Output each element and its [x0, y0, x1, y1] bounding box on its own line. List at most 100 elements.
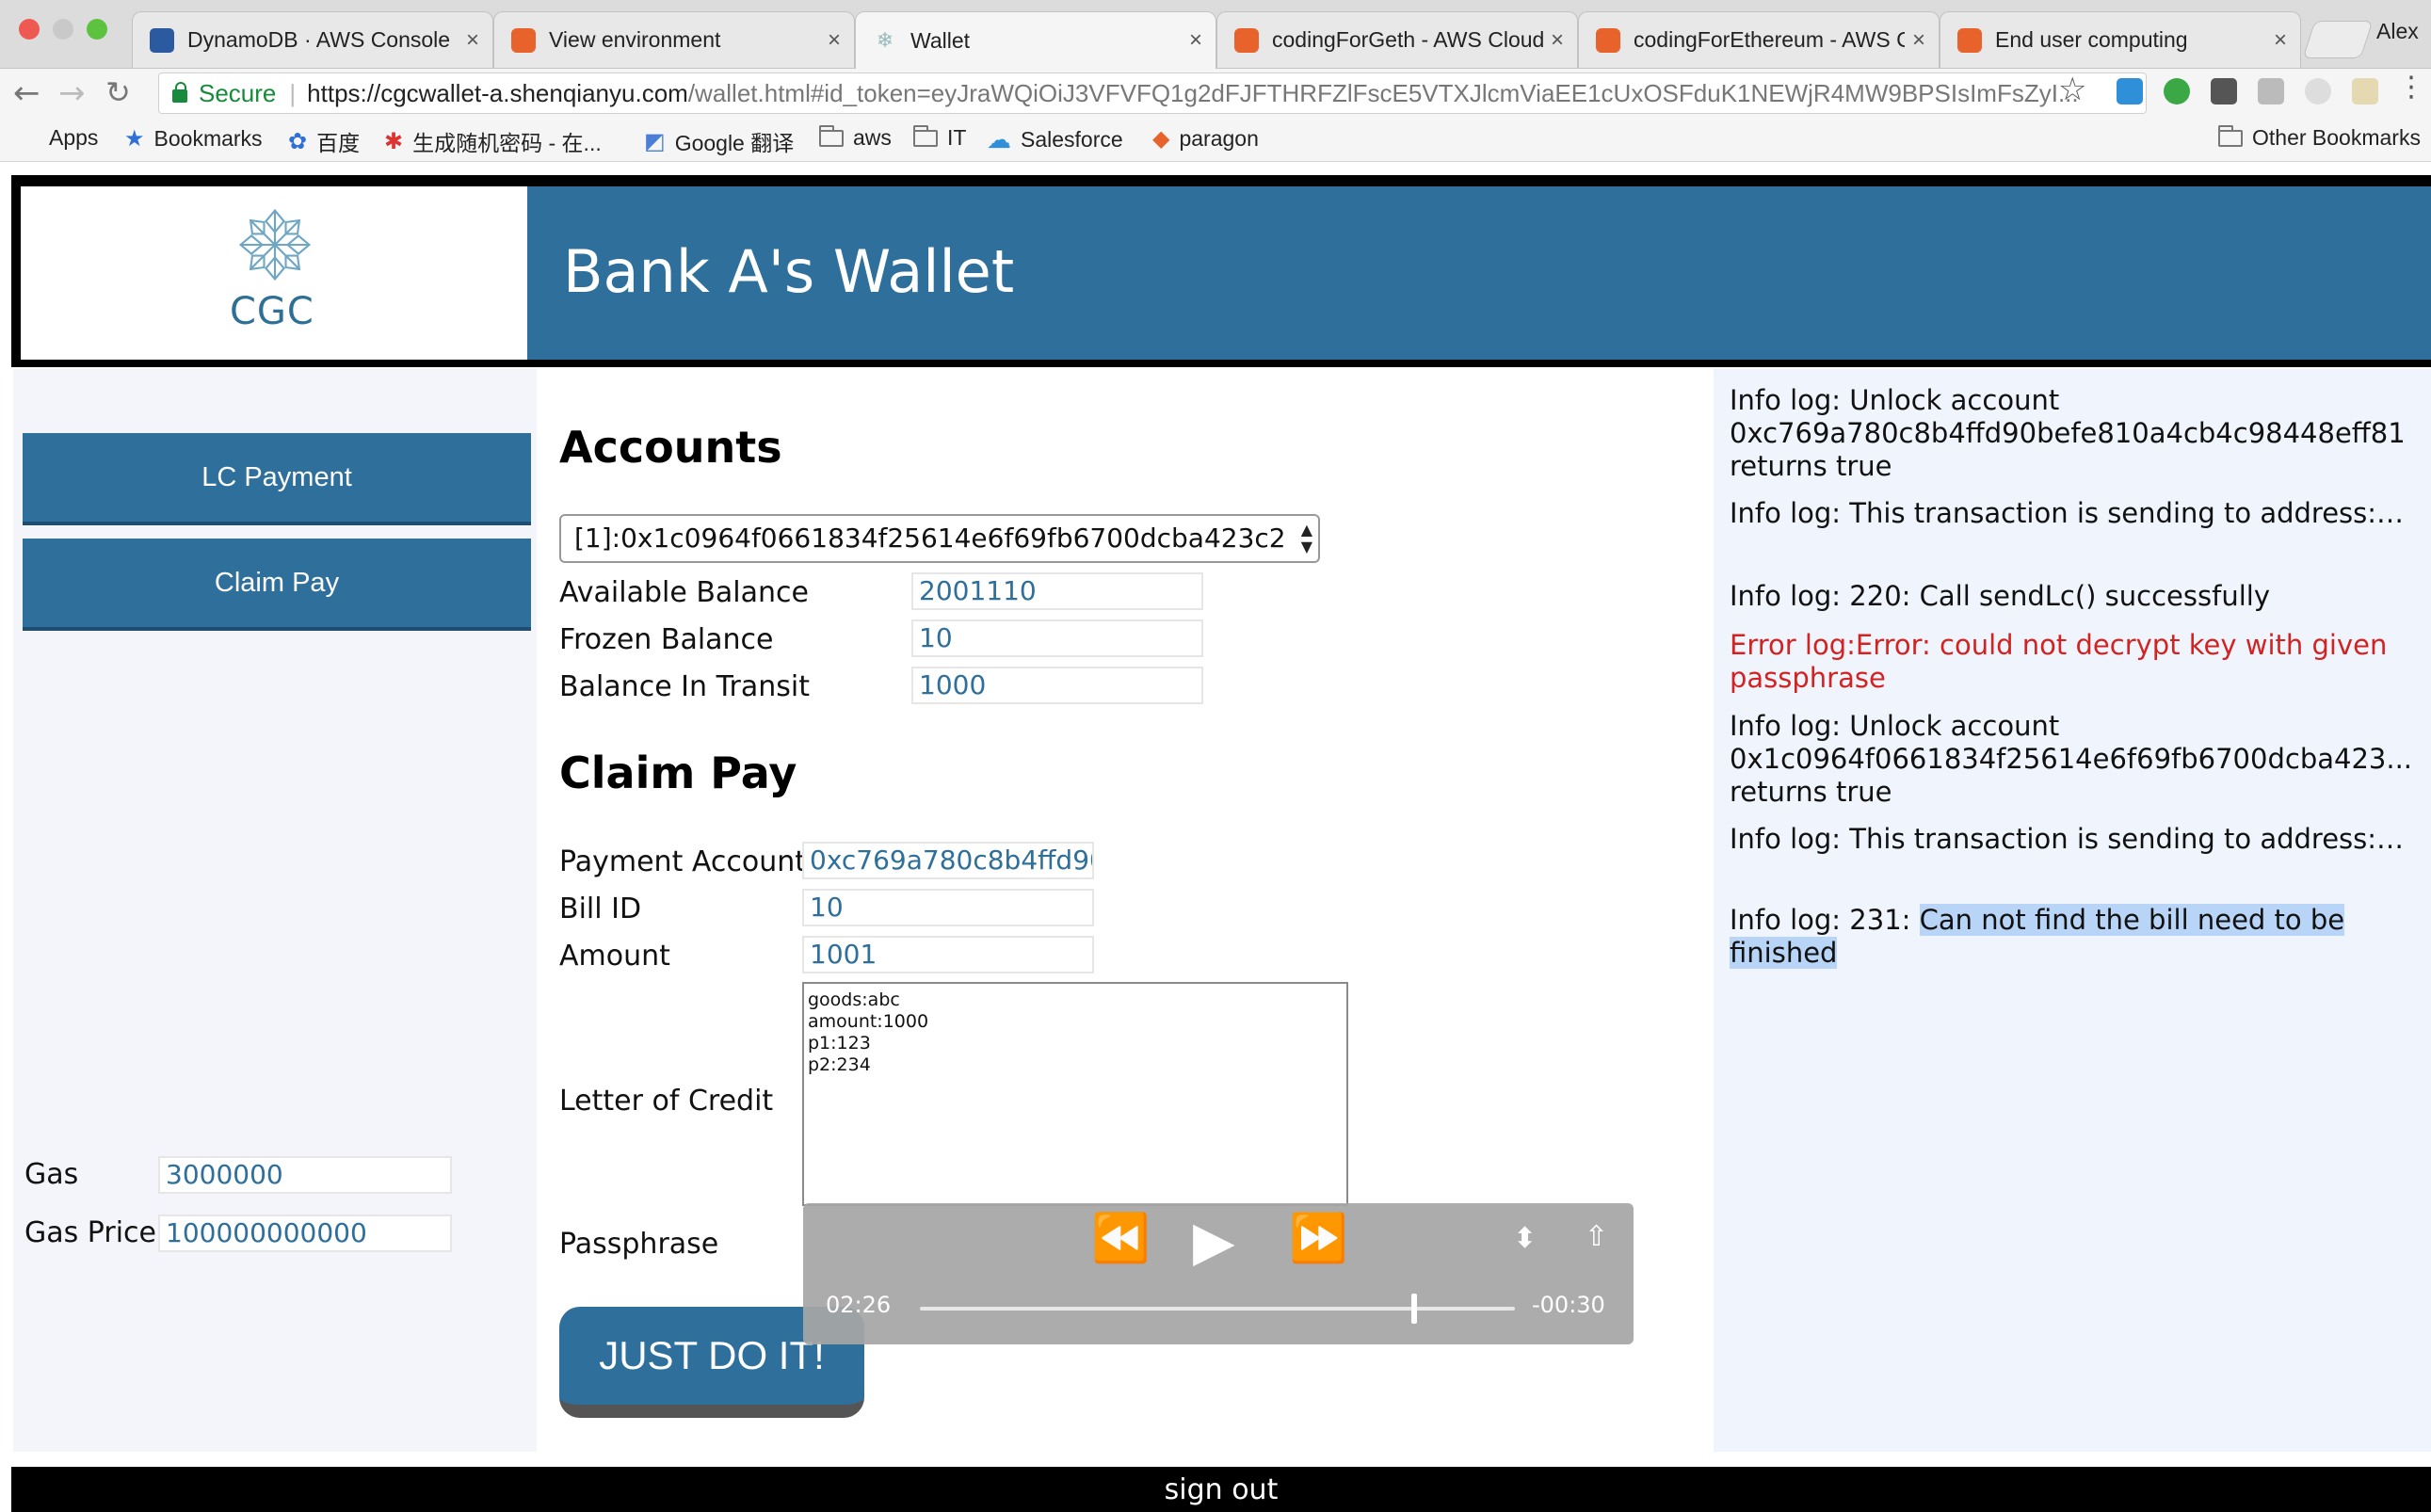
tab-wallet[interactable]: ❄ Wallet ×	[855, 11, 1216, 69]
forward-arrow-icon[interactable]: →	[58, 74, 86, 112]
lock-icon	[172, 82, 187, 103]
url-path: /wallet.html#id_token=eyJraWQiOiJ3VFVFQ1…	[687, 78, 2079, 107]
gas-price-input[interactable]: 100000000000	[158, 1214, 452, 1252]
bookmark-paragon[interactable]: ◆ paragon	[1152, 125, 1259, 153]
play-icon[interactable]: ▶	[1193, 1209, 1235, 1273]
tab-view-environment[interactable]: View environment ×	[493, 11, 855, 68]
lc-payment-button[interactable]: LC Payment	[23, 433, 531, 525]
close-tab-icon[interactable]: ×	[1189, 27, 1202, 54]
bookmark-label: Other Bookmarks	[2252, 125, 2421, 150]
bookmark-google-translate[interactable]: ◩ Google 翻译	[644, 125, 794, 157]
close-window-button[interactable]	[19, 19, 40, 40]
gas-price-label: Gas Price	[24, 1216, 156, 1249]
tab-title: codingForGeth - AWS Cloud	[1272, 27, 1543, 52]
pocket-icon[interactable]	[2211, 78, 2237, 105]
gas-input[interactable]: 3000000	[158, 1156, 452, 1194]
address-bar[interactable]: Secure | https://cgcwallet-a.shenqianyu.…	[158, 72, 2147, 114]
sign-out-link[interactable]: sign out	[1165, 1473, 1279, 1506]
bookmarks-bar: Apps ★ Bookmarks ✿ 百度 ✱ 生成随机密码 - 在... ◩ …	[0, 116, 2431, 162]
available-balance-field[interactable]: 2001110	[911, 572, 1203, 610]
payment-account-input[interactable]: 0xc769a780c8b4ffd90	[802, 842, 1094, 879]
bill-id-input[interactable]: 10	[802, 889, 1094, 926]
reload-icon[interactable]: ↻	[105, 74, 131, 110]
select-arrows-icon: ▲ ▼	[1300, 521, 1312, 555]
log-entry-text: Info log: This transaction is sending to…	[1730, 823, 2417, 855]
elapsed-time: 02:26	[826, 1292, 892, 1318]
scrub-thumb[interactable]	[1410, 1294, 1417, 1324]
paragon-icon: ◆	[1152, 126, 1170, 152]
close-tab-icon[interactable]: ×	[466, 27, 479, 54]
bookmark-password-generator[interactable]: ✱ 生成随机密码 - 在...	[384, 125, 602, 157]
picture-in-picture-icon[interactable]: ⬍	[1513, 1222, 1537, 1255]
page-title: Bank A's Wallet	[563, 237, 1015, 306]
bookmark-star-icon[interactable]: ☆	[2058, 71, 2086, 108]
payment-account-label: Payment Account	[559, 845, 807, 878]
bookmark-bookmarks[interactable]: ★ Bookmarks	[124, 125, 263, 153]
zoom-window-button[interactable]	[87, 19, 107, 40]
bookmark-label: paragon	[1179, 126, 1259, 151]
tab-title: End user computing	[1995, 27, 2188, 52]
tab-coding-for-geth[interactable]: codingForGeth - AWS Cloud ×	[1216, 11, 1578, 68]
account-select[interactable]: [1]:0x1c0964f0661834f25614e6f69fb6700dcb…	[559, 514, 1320, 563]
tab-dynamodb[interactable]: DynamoDB · AWS Console ×	[132, 11, 493, 68]
tab-title: DynamoDB · AWS Console	[187, 27, 451, 52]
tab-coding-for-ethereum[interactable]: codingForEthereum - AWS C ×	[1578, 11, 1940, 68]
balance-in-transit-field[interactable]: 1000	[911, 667, 1203, 704]
menu-kebab-icon[interactable]: ⋮	[2397, 71, 2425, 104]
scrub-track[interactable]	[920, 1307, 1515, 1311]
frozen-balance-label: Frozen Balance	[559, 623, 774, 656]
folder-icon	[2218, 124, 2243, 147]
log-entry-text: Info log: This transaction is sending to…	[1730, 497, 2417, 529]
tab-title: codingForEthereum - AWS C	[1634, 27, 1905, 52]
close-tab-icon[interactable]: ×	[2274, 27, 2287, 54]
bookmark-label: aws	[853, 125, 892, 150]
bookmark-label: 百度	[316, 131, 361, 155]
bookmark-salesforce[interactable]: ☁ Salesforce	[987, 125, 1123, 154]
bookmark-folder-it[interactable]: IT	[913, 124, 966, 151]
sidebar	[13, 369, 537, 1452]
rewind-icon[interactable]: ⏪	[1091, 1211, 1150, 1266]
log-entry: Info log: 220: Call sendLc() successfull…	[1730, 580, 2270, 612]
back-arrow-icon[interactable]: ←	[13, 74, 40, 112]
close-tab-icon[interactable]: ×	[1912, 27, 1925, 54]
profile-name[interactable]: Alex	[2376, 19, 2419, 44]
aws-icon	[1234, 27, 1259, 53]
video-player-controls: ⏪ ▶ ⏩ ⬍ ⇧ 02:26 -00:30	[803, 1203, 1634, 1344]
bookmark-apps[interactable]: Apps	[19, 125, 98, 151]
close-tab-icon[interactable]: ×	[828, 27, 841, 54]
evernote-icon[interactable]	[2164, 78, 2190, 105]
close-tab-icon[interactable]: ×	[1551, 27, 1564, 54]
claim-pay-button[interactable]: Claim Pay	[23, 539, 531, 631]
aws-icon	[511, 27, 536, 53]
baidu-icon: ✿	[288, 128, 308, 154]
bookmark-label: Salesforce	[1021, 127, 1123, 152]
folder-icon	[819, 124, 844, 147]
apps-grid-icon	[19, 128, 40, 149]
tab-end-user-computing[interactable]: End user computing ×	[1940, 11, 2301, 68]
available-balance-label: Available Balance	[559, 576, 809, 609]
other-bookmarks[interactable]: Other Bookmarks	[2218, 124, 2421, 151]
fast-forward-icon[interactable]: ⏩	[1289, 1211, 1347, 1266]
google-translate-icon: ◩	[644, 128, 666, 154]
letter-of-credit-textarea[interactable]: goods:abc amount:1000 p1:123 p2:234	[802, 982, 1348, 1206]
bookmark-baidu[interactable]: ✿ 百度	[288, 125, 360, 157]
bookmark-label: Google 翻译	[674, 131, 795, 155]
balance-in-transit-label: Balance In Transit	[559, 670, 810, 703]
shield-extension-icon[interactable]	[2258, 78, 2284, 105]
frozen-balance-field[interactable]: 10	[911, 619, 1203, 657]
amount-input[interactable]: 1001	[802, 936, 1094, 973]
share-icon[interactable]: ⇧	[1585, 1220, 1608, 1253]
bookmark-folder-aws[interactable]: aws	[819, 124, 892, 151]
passphrase-label: Passphrase	[559, 1228, 719, 1261]
account-select-value: [1]:0x1c0964f0661834f25614e6f69fb6700dcb…	[574, 523, 1286, 554]
sign-out-bar[interactable]: sign out	[11, 1467, 2431, 1512]
circle-extension-icon[interactable]	[2305, 78, 2331, 105]
extension-check-icon[interactable]	[2117, 78, 2143, 105]
new-tab-button[interactable]	[2302, 21, 2374, 58]
translate-extension-icon[interactable]	[2352, 78, 2378, 105]
log-entry: Info log: Unlock account 0x1c0964f066183…	[1730, 710, 2412, 808]
cgc-logo-icon	[238, 208, 312, 281]
minimize-window-button[interactable]	[53, 19, 73, 40]
aws-icon	[1596, 27, 1620, 53]
wallet-favicon: ❄	[876, 28, 894, 52]
